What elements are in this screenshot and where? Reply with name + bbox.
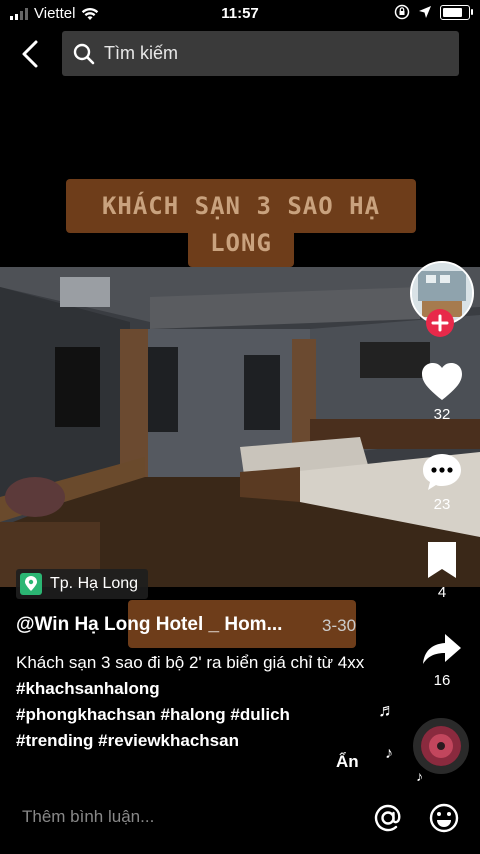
heart-icon [422,363,462,400]
location-name: Tp. Hạ Long [50,575,139,592]
location-pin-icon [20,573,42,595]
music-note-icon: ♬ [378,700,396,720]
status-bar: Viettel 11:57 [0,0,480,28]
post-date: 3-30 [322,616,357,635]
share-count: 16 [433,672,451,689]
banner-line-2: LONG [210,229,272,257]
hide-button[interactable]: Ẩn [336,752,359,772]
video-title-banner: KHÁCH SẠN 3 SAO HẠ LONG [66,179,416,267]
bookmark-icon [428,542,456,578]
hashtag-line-2[interactable]: #phongkhachsan #halong #dulich [16,705,290,724]
location-tag[interactable]: Tp. Hạ Long [16,569,149,599]
hashtag-line-3[interactable]: #trending #reviewkhachsan [16,731,239,750]
comment-count: 23 [433,496,451,513]
like-count: 32 [433,406,451,423]
banner-line-1: KHÁCH SẠN 3 SAO HẠ [101,192,381,220]
music-note-icon: ♪ [416,768,423,784]
orientation-lock-icon [394,4,410,20]
save-button[interactable]: 4 [414,540,470,601]
status-right [394,4,473,20]
comment-button[interactable]: 23 [414,452,470,513]
back-arrow-icon[interactable] [18,38,48,70]
share-arrow-icon [423,634,461,664]
share-button[interactable]: 16 [414,632,470,689]
plus-icon [431,314,449,332]
post-caption: Khách sạn 3 sao đi bộ 2' ra biển giá chỉ… [16,650,376,754]
follow-button[interactable] [426,309,454,337]
search-icon [73,43,95,64]
search-bar[interactable]: Tìm kiếm [62,31,459,76]
like-button[interactable]: 32 [414,362,470,423]
caption-text: Khách sạn 3 sao đi bộ 2' ra biển giá chỉ… [16,653,365,672]
comment-icon [423,454,461,490]
comment-input[interactable]: Thêm bình luận... [22,807,154,827]
save-count: 4 [437,584,447,601]
emoji-icon[interactable] [428,802,460,834]
hashtag-line-1[interactable]: #khachsanhalong [16,679,160,698]
mention-icon[interactable] [372,802,404,834]
music-disc[interactable] [413,718,469,774]
search-placeholder: Tìm kiếm [104,43,178,63]
creator-username[interactable]: @Win Hạ Long Hotel _ Hom... [16,614,282,636]
location-arrow-icon [419,6,431,18]
battery-icon [440,4,473,20]
video-frame[interactable] [0,267,480,587]
music-note-icon: ♪ [385,745,393,762]
